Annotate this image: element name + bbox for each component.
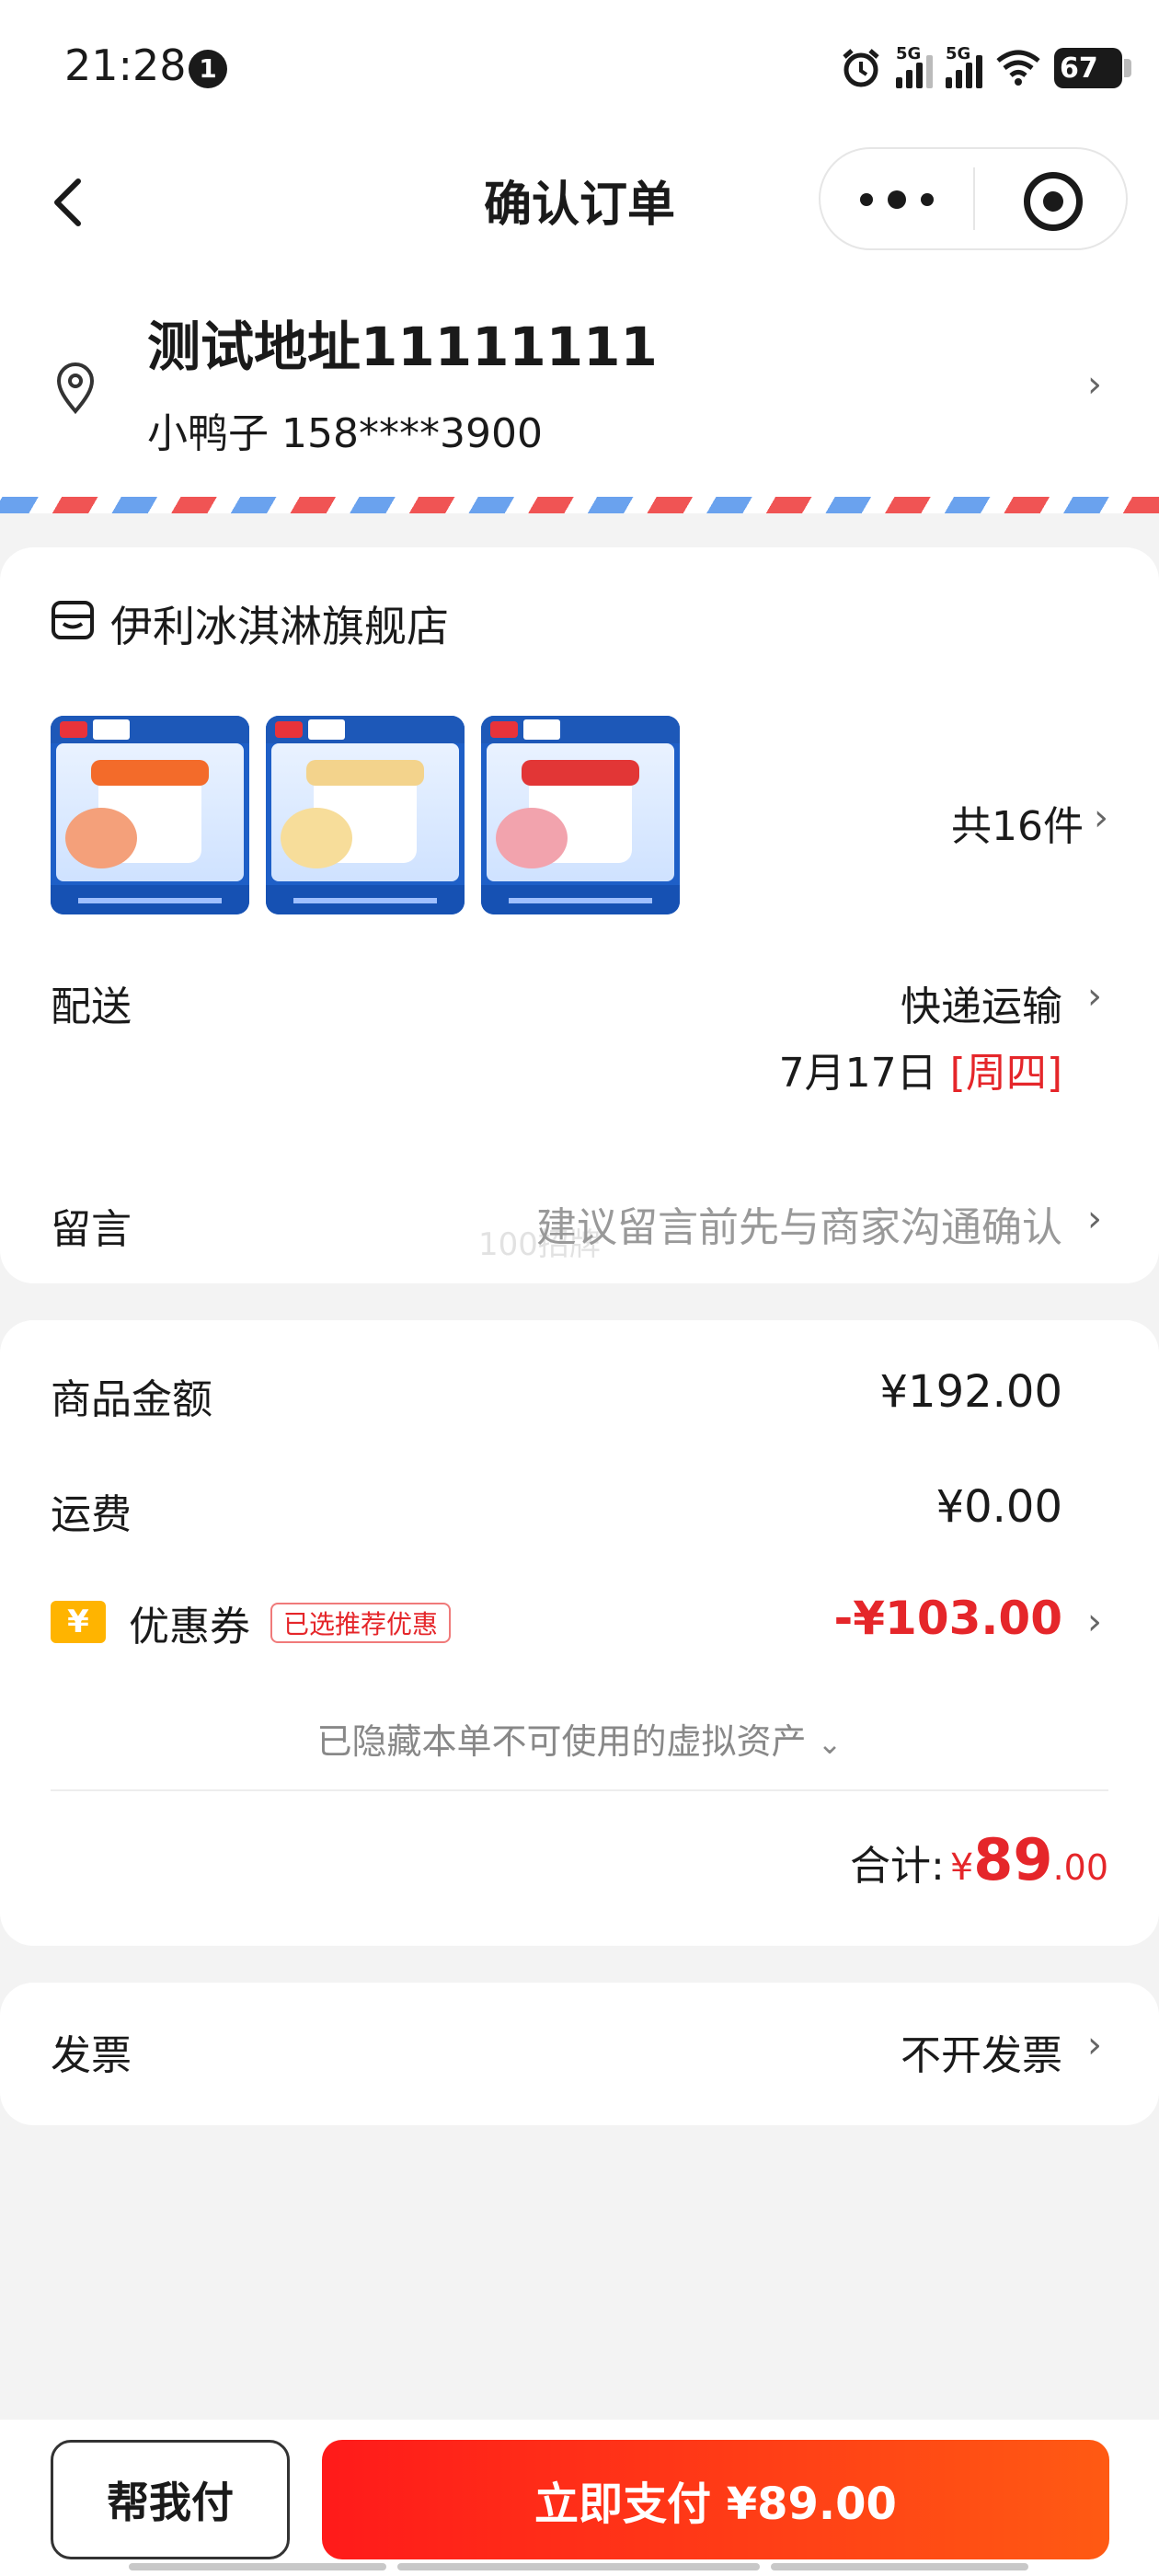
capsule-divider (973, 167, 975, 230)
airmail-border (0, 497, 1159, 513)
delivery-date: 7月17日 [周四] (778, 1050, 1062, 1097)
chevron-down-icon: ⌄ (817, 1726, 843, 1761)
item-count[interactable]: 共16件 (951, 793, 1084, 852)
divider (51, 1789, 1108, 1791)
shipping-value: ¥0.00 (935, 1481, 1062, 1533)
chevron-right-icon: › (1087, 2024, 1102, 2066)
chevron-right-icon: › (1087, 1198, 1102, 1240)
product-thumbnail[interactable] (51, 716, 249, 914)
notification-badge: 1 (189, 50, 227, 88)
invoice-value[interactable]: 不开发票 (901, 2022, 1062, 2081)
goods-amount-value: ¥192.00 (879, 1366, 1063, 1418)
location-pin-icon (56, 362, 95, 415)
gesture-bar (771, 2563, 1028, 2570)
goods-amount-label: 商品金额 (51, 1376, 212, 1423)
message-label: 留言 (51, 1206, 132, 1253)
address-contact: 小鸭子 158****3900 (147, 410, 543, 457)
invoice-label: 发票 (51, 2032, 132, 2079)
message-input[interactable]: 建议留言前先与商家沟通确认 (536, 1194, 1062, 1253)
alarm-icon (843, 49, 879, 87)
close-target-icon[interactable] (1024, 172, 1083, 231)
order-card (0, 547, 1159, 1283)
hidden-assets-toggle[interactable]: 已隐藏本单不可使用的虚拟资产 ⌄ (0, 1713, 1159, 1764)
chevron-right-icon: › (1094, 797, 1108, 839)
shipping-label: 运费 (51, 1491, 132, 1538)
chevron-right-icon: › (1087, 1601, 1102, 1643)
delivery-method[interactable]: 快递运输 (901, 973, 1062, 1032)
coupon-value[interactable]: -¥103.00 (834, 1592, 1063, 1645)
address-title: 测试地址11111111 (147, 316, 658, 378)
shop-name[interactable]: 伊利冰淇淋旗舰店 (110, 593, 449, 654)
wifi-icon (996, 50, 1040, 86)
address-section[interactable] (0, 267, 1159, 497)
help-me-pay-button[interactable]: 帮我付 (51, 2440, 290, 2559)
chevron-right-icon: › (1087, 363, 1102, 406)
gesture-bar (129, 2563, 386, 2570)
order-total: 合计: ¥ 89 .00 (850, 1826, 1108, 1893)
status-time: 21:28 (64, 40, 187, 90)
chevron-right-icon: › (1087, 975, 1102, 1018)
pay-now-button[interactable]: 立即支付 ¥89.00 (322, 2440, 1109, 2559)
signal-icon: 5G (946, 44, 982, 88)
signal-icon: 5G (896, 44, 933, 88)
coupon-status-badge: 已选推荐优惠 (270, 1603, 452, 1643)
status-icons: 5G 5G 67 (839, 40, 1131, 96)
battery-icon: 67 (1054, 48, 1131, 88)
coupon-icon: ¥ (51, 1601, 106, 1643)
gesture-bar (397, 2563, 760, 2570)
coupon-label: 优惠券 (129, 1604, 250, 1650)
product-thumbnail[interactable] (266, 716, 465, 914)
shop-icon (52, 601, 94, 639)
delivery-label: 配送 (51, 983, 132, 1030)
product-thumbnail[interactable] (481, 716, 680, 914)
more-icon[interactable] (860, 184, 934, 215)
